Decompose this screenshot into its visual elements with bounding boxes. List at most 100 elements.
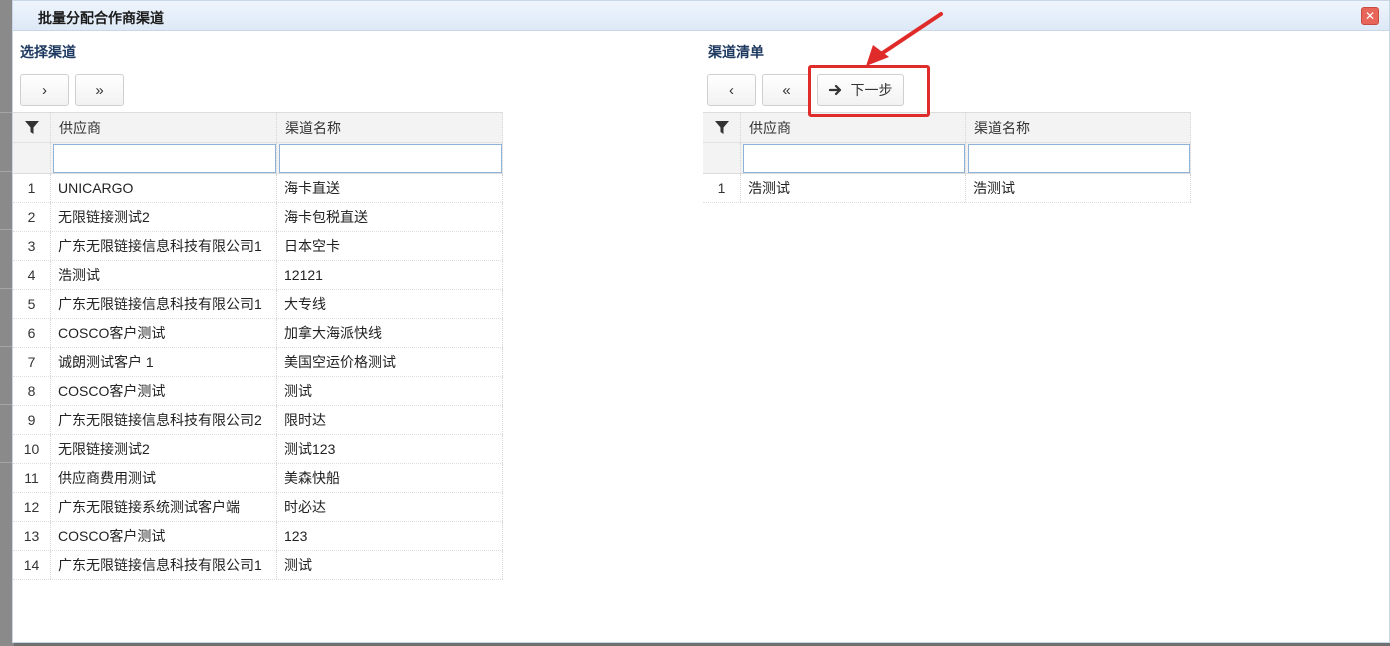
row-number: 8	[13, 377, 51, 405]
channel-list-title: 渠道清单	[708, 44, 764, 60]
table-row[interactable]: 6 COSCO客户测试 加拿大海派快线	[13, 319, 503, 348]
filter-toggle[interactable]	[13, 113, 51, 142]
table-row[interactable]: 2 无限链接测试2 海卡包税直送	[13, 203, 503, 232]
select-channel-title: 选择渠道	[20, 44, 76, 60]
column-header-channel[interactable]: 渠道名称	[277, 113, 503, 142]
remove-selected-button[interactable]: ‹	[707, 74, 756, 106]
channel-cell: 美国空运价格测试	[277, 348, 503, 376]
supplier-cell: COSCO客户测试	[51, 377, 277, 405]
table-row[interactable]: 10 无限链接测试2 测试123	[13, 435, 503, 464]
table-row[interactable]: 11 供应商费用测试 美森快船	[13, 464, 503, 493]
table-row[interactable]: 5 广东无限链接信息科技有限公司1 大专线	[13, 290, 503, 319]
supplier-cell: 广东无限链接信息科技有限公司1	[51, 232, 277, 260]
table-row[interactable]: 1 UNICARGO 海卡直送	[13, 174, 503, 203]
row-number: 14	[13, 551, 51, 579]
row-number: 2	[13, 203, 51, 231]
double-chevron-left-icon: «	[782, 81, 791, 99]
channel-cell: 大专线	[277, 290, 503, 318]
chevron-right-icon: ›	[42, 81, 47, 99]
grid-header: 供应商 渠道名称	[13, 113, 503, 143]
select-channel-panel: 选择渠道 › » 供应商 渠道名称 1 UNICARGO 海卡直送 2 无限链接测试2 海…	[13, 31, 703, 643]
row-number: 4	[13, 261, 51, 289]
filter-cell-channel	[966, 143, 1191, 173]
channel-cell: 海卡包税直送	[277, 203, 503, 231]
supplier-filter-input[interactable]	[53, 143, 276, 173]
supplier-cell: COSCO客户测试	[51, 319, 277, 347]
channel-cell: 加拿大海派快线	[277, 319, 503, 347]
channel-cell: 测试	[277, 551, 503, 579]
channel-list-rows: 1 浩测试 浩测试	[703, 174, 1191, 203]
supplier-cell: 诚朗测试客户 1	[51, 348, 277, 376]
dialog-titlebar[interactable]: 批量分配合作商渠道 ✕	[13, 1, 1389, 31]
grid-filter-row	[13, 143, 503, 174]
channel-cell: 123	[277, 522, 503, 550]
row-number: 12	[13, 493, 51, 521]
channel-filter-input[interactable]	[968, 143, 1190, 173]
filter-cell-channel	[277, 143, 503, 173]
channel-list-grid: 供应商 渠道名称 1 浩测试 浩测试	[703, 112, 1191, 203]
table-row[interactable]: 12 广东无限链接系统测试客户端 时必达	[13, 493, 503, 522]
filter-toggle[interactable]	[703, 113, 741, 142]
supplier-filter-input[interactable]	[743, 143, 965, 173]
supplier-cell: 浩测试	[741, 174, 966, 202]
table-row[interactable]: 14 广东无限链接信息科技有限公司1 测试	[13, 551, 503, 580]
assign-channel-dialog: 批量分配合作商渠道 ✕ 选择渠道 › » 供应商 渠道名称 1 UNICARGO…	[12, 0, 1390, 643]
row-number: 10	[13, 435, 51, 463]
row-number: 5	[13, 290, 51, 318]
select-channel-grid: 供应商 渠道名称 1 UNICARGO 海卡直送 2 无限链接测试2 海卡包税直送 3 广东无…	[13, 112, 503, 580]
supplier-cell: 供应商费用测试	[51, 464, 277, 492]
dialog-title: 批量分配合作商渠道	[38, 10, 164, 26]
channel-cell: 测试123	[277, 435, 503, 463]
close-icon[interactable]: ✕	[1361, 7, 1379, 25]
column-header-supplier[interactable]: 供应商	[51, 113, 277, 142]
row-number: 11	[13, 464, 51, 492]
row-number: 7	[13, 348, 51, 376]
supplier-cell: 广东无限链接信息科技有限公司1	[51, 290, 277, 318]
move-selected-button[interactable]: ›	[20, 74, 69, 106]
supplier-cell: 广东无限链接信息科技有限公司1	[51, 551, 277, 579]
grid-header: 供应商 渠道名称	[703, 113, 1191, 143]
table-row[interactable]: 8 COSCO客户测试 测试	[13, 377, 503, 406]
move-all-button[interactable]: »	[75, 74, 124, 106]
table-row[interactable]: 1 浩测试 浩测试	[703, 174, 1191, 203]
row-number: 13	[13, 522, 51, 550]
channel-filter-input[interactable]	[279, 143, 502, 173]
column-header-supplier[interactable]: 供应商	[741, 113, 966, 142]
table-row[interactable]: 3 广东无限链接信息科技有限公司1 日本空卡	[13, 232, 503, 261]
table-row[interactable]: 13 COSCO客户测试 123	[13, 522, 503, 551]
channel-cell: 限时达	[277, 406, 503, 434]
channel-cell: 12121	[277, 261, 503, 289]
filter-cell-supplier	[741, 143, 966, 173]
double-chevron-right-icon: »	[95, 81, 104, 99]
channel-cell: 浩测试	[966, 174, 1191, 202]
channel-list-panel: 渠道清单 ‹ « 下一步 供应商 渠道名称 1 浩测试 浩测试	[703, 31, 1390, 643]
grid-filter-row	[703, 143, 1191, 174]
annotation-highlight-box	[808, 65, 930, 117]
filter-icon	[24, 120, 39, 134]
filter-icon	[714, 120, 729, 134]
filter-cell-supplier	[51, 143, 277, 173]
supplier-cell: 浩测试	[51, 261, 277, 289]
row-number: 3	[13, 232, 51, 260]
table-row[interactable]: 7 诚朗测试客户 1 美国空运价格测试	[13, 348, 503, 377]
channel-cell: 海卡直送	[277, 174, 503, 202]
channel-cell: 时必达	[277, 493, 503, 521]
channel-cell: 日本空卡	[277, 232, 503, 260]
remove-all-button[interactable]: «	[762, 74, 811, 106]
supplier-cell: 广东无限链接系统测试客户端	[51, 493, 277, 521]
column-header-channel[interactable]: 渠道名称	[966, 113, 1191, 142]
supplier-cell: 广东无限链接信息科技有限公司2	[51, 406, 277, 434]
supplier-cell: UNICARGO	[51, 174, 277, 202]
row-number: 6	[13, 319, 51, 347]
row-number: 1	[13, 174, 51, 202]
filter-row-spacer	[13, 143, 51, 173]
row-number: 1	[703, 174, 741, 202]
channel-cell: 测试	[277, 377, 503, 405]
channel-cell: 美森快船	[277, 464, 503, 492]
chevron-left-icon: ‹	[729, 81, 734, 99]
supplier-cell: 无限链接测试2	[51, 203, 277, 231]
select-channel-rows: 1 UNICARGO 海卡直送 2 无限链接测试2 海卡包税直送 3 广东无限链接信息科技有限…	[13, 174, 503, 580]
table-row[interactable]: 9 广东无限链接信息科技有限公司2 限时达	[13, 406, 503, 435]
filter-row-spacer	[703, 143, 741, 173]
table-row[interactable]: 4 浩测试 12121	[13, 261, 503, 290]
